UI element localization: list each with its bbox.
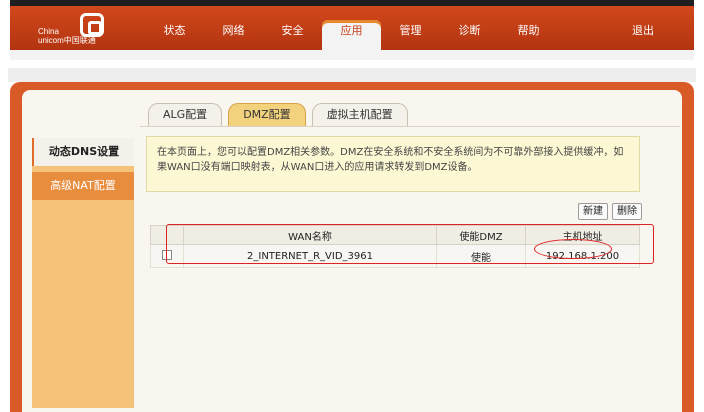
nav-diagnosis[interactable]: 诊断 (440, 20, 499, 50)
nav-help[interactable]: 帮助 (499, 20, 558, 50)
new-button[interactable]: 新建 (578, 203, 608, 220)
table-actions: 新建 删除 (574, 203, 642, 220)
logo-text: China unicom中国联通 (38, 27, 96, 45)
main-nav: 状态 网络 安全 应用 管理 诊断 帮助 (145, 20, 558, 50)
row-select-cell (150, 244, 184, 268)
top-navigation-bar: China unicom中国联通 状态 网络 安全 应用 管理 诊断 帮助 退出 (10, 0, 694, 50)
logout-link[interactable]: 退出 (618, 20, 668, 42)
nav-security[interactable]: 安全 (263, 20, 322, 50)
row-checkbox[interactable] (162, 249, 172, 260)
wan-name-header: WAN名称 (183, 225, 437, 245)
divider-band (8, 68, 696, 82)
sidebar: 动态DNS设置 高级NAT配置 (32, 138, 134, 408)
tab-bar: ALG配置 DMZ配置 虚拟主机配置 (148, 103, 414, 126)
nav-management[interactable]: 管理 (381, 20, 440, 50)
delete-button[interactable]: 删除 (612, 203, 642, 220)
info-box: 在本页面上，您可以配置DMZ相关参数。DMZ在安全系统和不安全系统间为不可靠外部… (146, 136, 640, 192)
tab-dmz[interactable]: DMZ配置 (228, 103, 306, 126)
enable-dmz-header: 使能DMZ (436, 225, 526, 245)
logo-line-2: unicom中国联通 (38, 36, 96, 45)
host-address-header: 主机地址 (525, 225, 640, 245)
nav-application[interactable]: 应用 (322, 20, 381, 50)
enable-dmz-cell: 使能 (436, 244, 526, 268)
wan-name-cell: 2_INTERNET_R_VID_3961 (183, 244, 437, 268)
sidebar-item-ddns[interactable]: 动态DNS设置 (32, 138, 134, 166)
nav-status[interactable]: 状态 (145, 20, 204, 50)
subnav-strip (10, 50, 694, 60)
tab-virtual-host[interactable]: 虚拟主机配置 (311, 103, 408, 126)
tab-underline (140, 126, 680, 127)
sidebar-item-advanced-nat[interactable]: 高级NAT配置 (32, 172, 134, 200)
china-unicom-logo: China unicom中国联通 (38, 13, 118, 51)
select-column-header (150, 225, 184, 245)
table-header-row: WAN名称 使能DMZ 主机地址 (150, 225, 640, 245)
tab-alg[interactable]: ALG配置 (148, 103, 223, 126)
host-address-cell: 192.168.1.200 (525, 244, 640, 268)
dmz-table: WAN名称 使能DMZ 主机地址 2_INTERNET_R_VID_3961 使… (150, 225, 640, 268)
table-row[interactable]: 2_INTERNET_R_VID_3961 使能 192.168.1.200 (150, 244, 640, 268)
nav-network[interactable]: 网络 (204, 20, 263, 50)
logo-line-1: China (38, 27, 59, 36)
